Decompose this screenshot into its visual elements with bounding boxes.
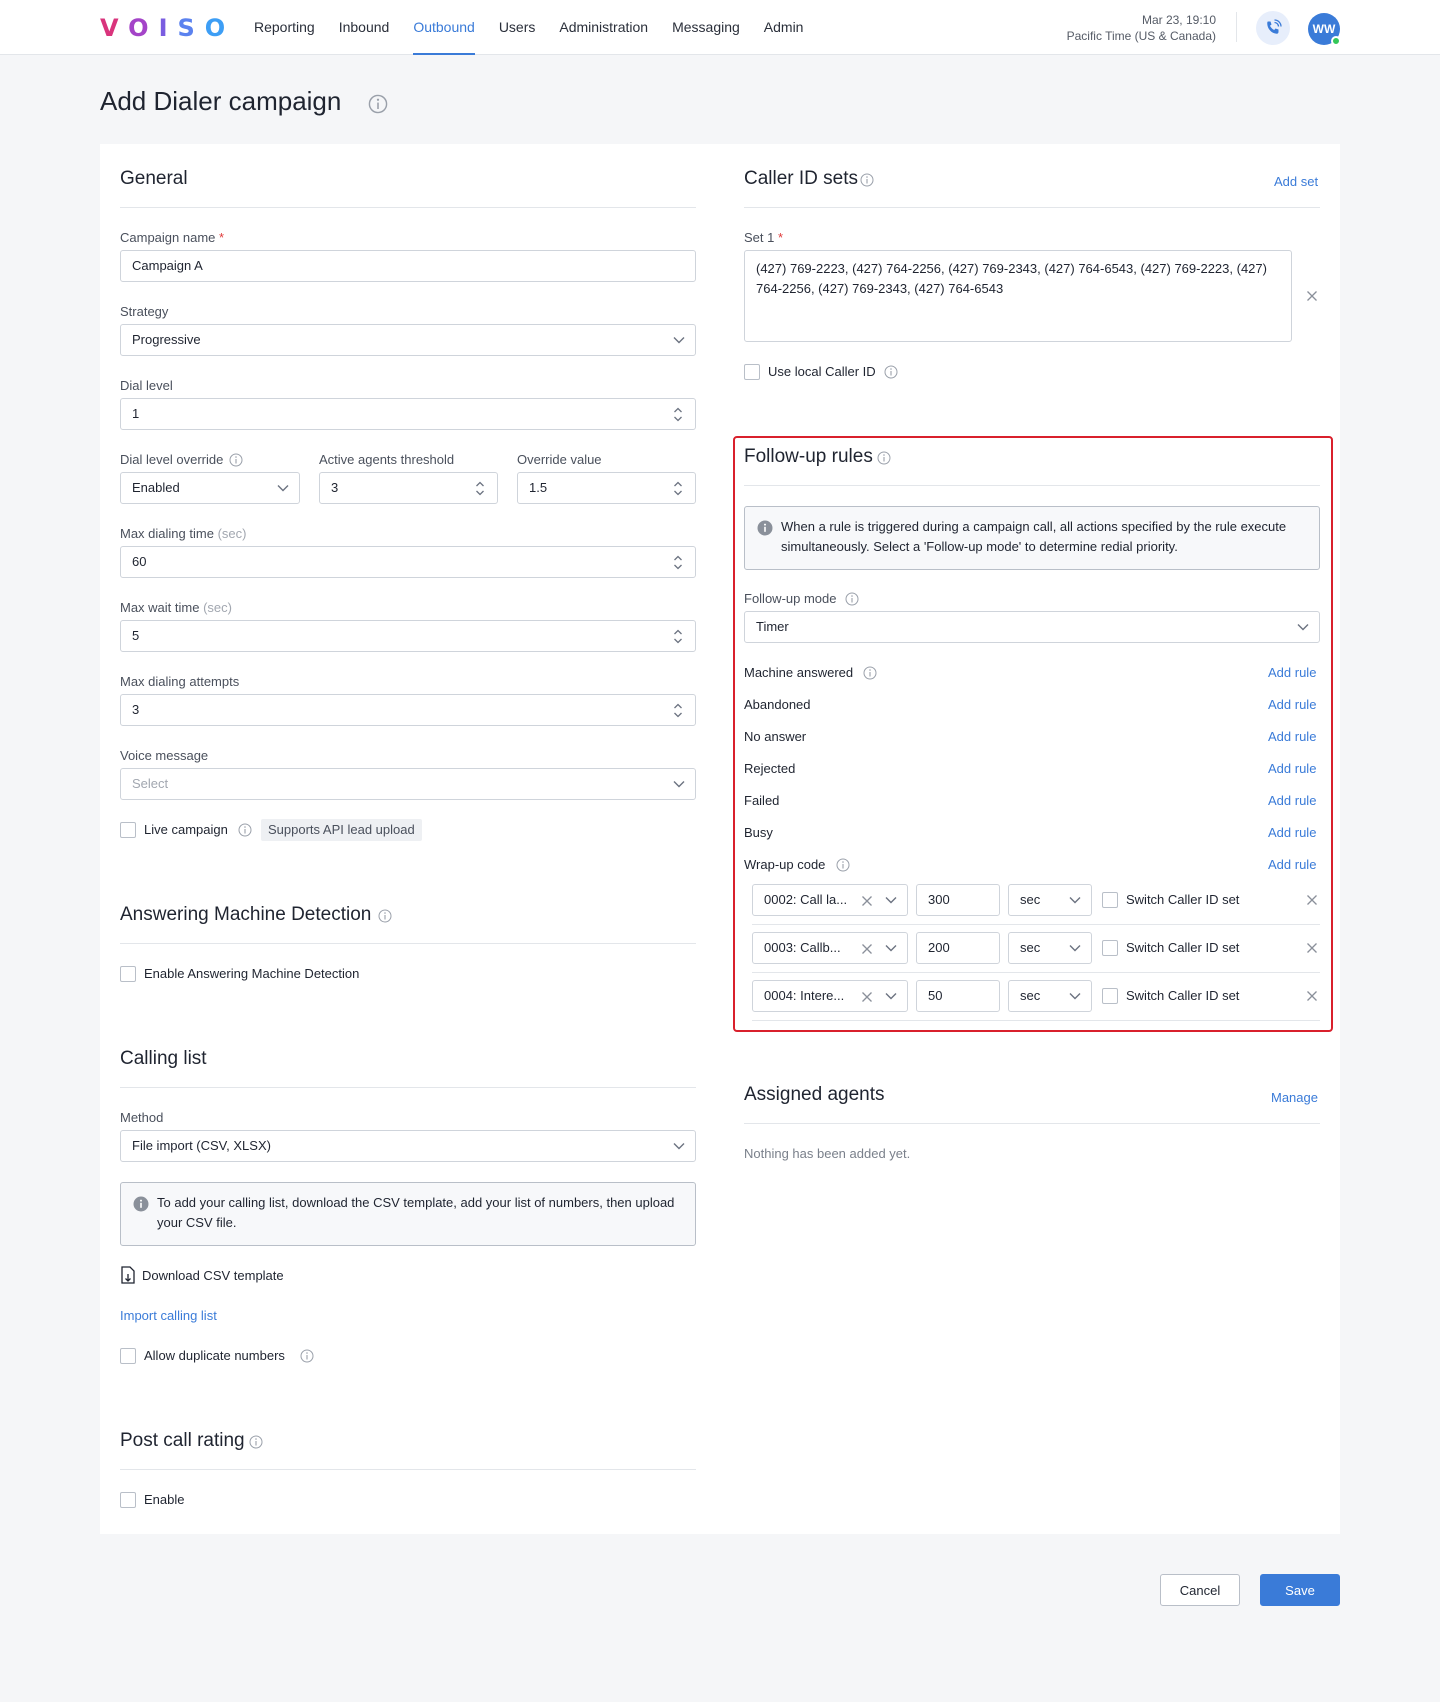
import-calling-list-link[interactable]: Import calling list <box>120 1308 217 1323</box>
add-set-link[interactable]: Add set <box>1274 174 1318 189</box>
caller-id-sets-section-title: Caller ID sets <box>744 168 859 189</box>
info-icon[interactable] <box>229 453 243 467</box>
dial-level-override-label: Dial level override <box>120 452 224 467</box>
stepper-icon[interactable] <box>673 628 683 645</box>
nav-admin[interactable]: Admin <box>764 0 804 55</box>
info-icon[interactable] <box>860 173 874 187</box>
allow-duplicates-checkbox[interactable] <box>120 1348 136 1364</box>
override-value-input[interactable]: 1.5 <box>517 472 696 504</box>
stepper-icon[interactable] <box>475 480 485 497</box>
max-wait-time-input[interactable]: 5 <box>120 620 696 652</box>
max-dialing-time-input[interactable]: 60 <box>120 546 696 578</box>
nav-users[interactable]: Users <box>499 0 536 55</box>
info-icon[interactable] <box>884 365 898 379</box>
divider <box>120 207 696 208</box>
header-divider <box>1236 12 1237 42</box>
chevron-down-icon <box>673 780 685 788</box>
nav-messaging[interactable]: Messaging <box>672 0 740 55</box>
clock: Mar 23, 19:10 Pacific Time (US & Canada) <box>1067 12 1216 44</box>
follow-up-rules-highlight <box>733 436 1333 1032</box>
set-1-label: Set 1 * <box>744 230 784 245</box>
strategy-label: Strategy <box>120 304 169 319</box>
active-agents-threshold-label: Active agents threshold <box>319 452 455 467</box>
divider <box>120 1469 696 1470</box>
api-lead-upload-tag: Supports API lead upload <box>261 819 422 841</box>
campaign-name-label: Campaign name * <box>120 230 225 245</box>
info-icon[interactable] <box>378 909 392 923</box>
main-nav: Reporting Inbound Outbound Users Adminis… <box>254 0 827 55</box>
enable-post-call-rating-checkbox[interactable] <box>120 1492 136 1508</box>
enable-post-call-rating-label: Enable <box>144 1492 185 1507</box>
top-navigation-bar: VOISO Reporting Inbound Outbound Users A… <box>0 0 1440 55</box>
voice-message-select[interactable]: Select <box>120 768 696 800</box>
live-campaign-label: Live campaign <box>144 822 228 837</box>
info-icon[interactable] <box>238 823 252 837</box>
chevron-down-icon <box>673 336 685 344</box>
divider <box>744 207 1320 208</box>
online-status-dot <box>1331 36 1341 46</box>
download-file-icon[interactable] <box>120 1266 136 1284</box>
stepper-icon[interactable] <box>673 480 683 497</box>
manage-agents-link[interactable]: Manage <box>1271 1090 1318 1105</box>
remove-set-icon[interactable] <box>1306 290 1318 302</box>
dial-level-input[interactable]: 1 <box>120 398 696 430</box>
method-select[interactable]: File import (CSV, XLSX) <box>120 1130 696 1162</box>
post-call-rating-section-title: Post call rating <box>120 1430 245 1451</box>
divider <box>744 1123 1320 1124</box>
info-icon[interactable] <box>368 94 388 114</box>
strategy-select[interactable]: Progressive <box>120 324 696 356</box>
live-campaign-checkbox[interactable] <box>120 822 136 838</box>
chevron-down-icon <box>277 484 289 492</box>
nav-reporting[interactable]: Reporting <box>254 0 315 55</box>
info-filled-icon <box>133 1196 149 1212</box>
calling-list-notice: To add your calling list, download the C… <box>120 1182 696 1246</box>
max-dialing-attempts-input[interactable]: 3 <box>120 694 696 726</box>
info-icon[interactable] <box>249 1435 263 1449</box>
max-wait-time-label: Max wait time (sec) <box>120 600 232 615</box>
stepper-icon[interactable] <box>673 554 683 571</box>
page-title: Add Dialer campaign <box>100 86 342 116</box>
stepper-icon[interactable] <box>673 406 683 423</box>
user-avatar[interactable]: WW <box>1308 13 1341 46</box>
max-dialing-attempts-label: Max dialing attempts <box>120 674 240 689</box>
nav-outbound[interactable]: Outbound <box>413 0 475 55</box>
stepper-icon[interactable] <box>673 702 683 719</box>
method-label: Method <box>120 1110 164 1125</box>
cancel-button[interactable]: Cancel <box>1160 1574 1240 1606</box>
clock-date: Mar 23, 19:10 <box>1141 13 1216 27</box>
dial-level-override-select[interactable]: Enabled <box>120 472 300 504</box>
amd-section-title: Answering Machine Detection <box>120 904 372 925</box>
calling-list-section-title: Calling list <box>120 1048 207 1069</box>
use-local-caller-id-checkbox[interactable] <box>744 364 760 380</box>
active-agents-threshold-input[interactable]: 3 <box>319 472 498 504</box>
enable-amd-checkbox[interactable] <box>120 966 136 982</box>
campaign-name-input[interactable]: Campaign A <box>120 250 696 282</box>
divider <box>120 1087 696 1088</box>
assigned-agents-empty-text: Nothing has been added yet. <box>744 1146 911 1161</box>
dial-level-label: Dial level <box>120 378 173 393</box>
override-value-label: Override value <box>517 452 602 467</box>
max-dialing-time-label: Max dialing time (sec) <box>120 526 247 541</box>
divider <box>120 943 696 944</box>
use-local-caller-id-label: Use local Caller ID <box>768 364 876 379</box>
nav-inbound[interactable]: Inbound <box>339 0 390 55</box>
info-icon[interactable] <box>300 1349 314 1363</box>
allow-duplicates-label: Allow duplicate numbers <box>144 1348 285 1363</box>
voiso-logo[interactable]: VOISO <box>100 14 235 42</box>
caller-id-set-textarea[interactable]: (427) 769-2223, (427) 764-2256, (427) 76… <box>744 250 1292 342</box>
softphone-button[interactable] <box>1256 11 1290 45</box>
save-button[interactable]: Save <box>1260 1574 1340 1606</box>
enable-amd-label: Enable Answering Machine Detection <box>144 966 360 981</box>
assigned-agents-section-title: Assigned agents <box>744 1084 885 1105</box>
nav-administration[interactable]: Administration <box>559 0 648 55</box>
chevron-down-icon <box>673 1142 685 1150</box>
download-csv-template-link[interactable]: Download CSV template <box>142 1268 284 1283</box>
clock-timezone: Pacific Time (US & Canada) <box>1066 29 1216 43</box>
phone-icon <box>1267 19 1282 34</box>
general-section-title: General <box>120 168 188 189</box>
voice-message-label: Voice message <box>120 748 209 763</box>
